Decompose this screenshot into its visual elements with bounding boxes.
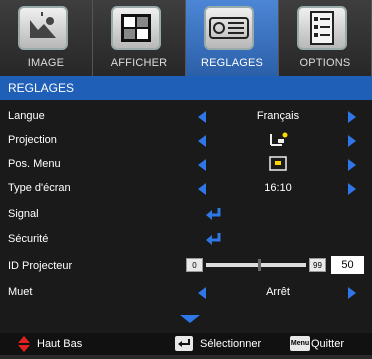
tab-image[interactable]: IMAGE bbox=[0, 0, 93, 76]
up-down-icon bbox=[18, 336, 30, 352]
row-label: Langue bbox=[8, 110, 45, 122]
row-type-ecran[interactable]: Type d'écran 16:10 bbox=[0, 176, 372, 200]
row-id-projecteur[interactable]: ID Projecteur 0 99 50 bbox=[0, 254, 372, 278]
slider-max-label: 99 bbox=[309, 258, 326, 272]
row-label: Type d'écran bbox=[8, 182, 71, 194]
row-pos-menu[interactable]: Pos. Menu bbox=[0, 152, 372, 176]
arrow-right-icon[interactable] bbox=[348, 135, 356, 147]
tab-reglages[interactable]: REGLAGES bbox=[186, 0, 279, 76]
row-label: Muet bbox=[8, 286, 33, 298]
id-slider-handle[interactable] bbox=[258, 259, 261, 271]
section-title: REGLAGES bbox=[0, 76, 372, 100]
tab-label: IMAGE bbox=[27, 57, 65, 69]
row-value: 16:10 bbox=[264, 182, 292, 194]
row-label: Projection bbox=[8, 134, 57, 146]
tab-label: AFFICHER bbox=[110, 57, 168, 69]
enter-icon[interactable] bbox=[205, 231, 223, 247]
footer-select-text: Sélectionner bbox=[200, 338, 262, 350]
settings-list: Langue Français Projection Pos. Menu Typ… bbox=[0, 100, 372, 334]
arrow-left-icon[interactable] bbox=[198, 159, 206, 171]
scroll-down-icon[interactable] bbox=[180, 315, 200, 323]
arrow-right-icon[interactable] bbox=[348, 159, 356, 171]
row-securite[interactable]: Sécurité bbox=[0, 227, 372, 251]
row-langue[interactable]: Langue Français bbox=[0, 104, 372, 128]
tab-bar: IMAGE AFFICHER REGLAGES OPTIONS bbox=[0, 0, 372, 76]
row-projection[interactable]: Projection bbox=[0, 128, 372, 152]
id-slider-track[interactable] bbox=[206, 263, 306, 267]
menu-key-icon: Menu bbox=[290, 336, 310, 351]
tab-label: REGLAGES bbox=[200, 57, 264, 69]
slider-min-label: 0 bbox=[186, 258, 203, 272]
arrow-left-icon[interactable] bbox=[198, 183, 206, 195]
arrow-right-icon[interactable] bbox=[348, 183, 356, 195]
row-label: Pos. Menu bbox=[8, 158, 61, 170]
arrow-right-icon[interactable] bbox=[348, 287, 356, 299]
footer-hints: Haut Bas Sélectionner Menu Quitter bbox=[0, 333, 372, 355]
tab-afficher[interactable]: AFFICHER bbox=[93, 0, 186, 76]
row-value: Français bbox=[256, 110, 300, 122]
enter-key-icon bbox=[175, 336, 193, 351]
options-list-icon bbox=[297, 6, 347, 50]
arrow-right-icon[interactable] bbox=[348, 111, 356, 123]
tab-options[interactable]: OPTIONS bbox=[279, 0, 372, 76]
footer-quit-text: Quitter bbox=[311, 338, 345, 350]
picture-icon bbox=[18, 6, 68, 50]
enter-icon[interactable] bbox=[205, 206, 223, 222]
display-icon bbox=[111, 6, 161, 50]
arrow-left-icon[interactable] bbox=[198, 287, 206, 299]
row-signal[interactable]: Signal bbox=[0, 202, 372, 226]
row-value: Arrêt bbox=[266, 286, 290, 298]
footer-nav-text: Haut Bas bbox=[37, 338, 83, 350]
arrow-left-icon[interactable] bbox=[198, 135, 206, 147]
tab-label: OPTIONS bbox=[299, 57, 351, 69]
row-label: ID Projecteur bbox=[8, 260, 73, 272]
slider-value: 50 bbox=[331, 256, 364, 274]
row-muet[interactable]: Muet Arrêt bbox=[0, 280, 372, 304]
row-label: Signal bbox=[8, 208, 39, 220]
projector-settings-icon bbox=[204, 6, 254, 50]
arrow-left-icon[interactable] bbox=[198, 111, 206, 123]
row-label: Sécurité bbox=[8, 233, 49, 245]
osd-menu: IMAGE AFFICHER REGLAGES OPTIONS REGLAGES… bbox=[0, 0, 372, 355]
